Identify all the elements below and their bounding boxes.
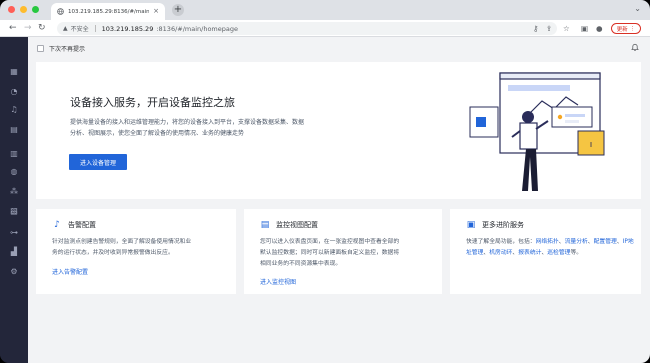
url-path: :8136/#/main/homepage xyxy=(156,24,238,33)
card-header: ♪ 告警配置 xyxy=(52,220,96,230)
tab-bar: 103.219.185.29:8136/#/main/h × + ⌄ xyxy=(0,0,650,20)
browser-tab[interactable]: 103.219.185.29:8136/#/main/h × xyxy=(51,3,165,20)
network-topology-link[interactable]: 网络拓扑 xyxy=(536,239,559,245)
card-intro: 快速了解全局功能，包括： xyxy=(466,239,536,245)
config-management-link[interactable]: 配置管理 xyxy=(594,239,617,245)
forward-icon[interactable]: → xyxy=(24,23,32,33)
svg-text:ı: ı xyxy=(590,140,593,150)
card-body-line: 默认监控数据；同时可以新建面板自定义监控，数据将 xyxy=(260,250,400,256)
close-window-button[interactable] xyxy=(8,6,15,13)
tab-search-icon[interactable]: ⌄ xyxy=(634,4,641,13)
card-header: ▣ 更多进阶服务 xyxy=(466,220,524,230)
omnibox-separator xyxy=(94,25,96,32)
sidepanel-icon[interactable]: ▣ xyxy=(581,24,588,33)
config-link-part1: 配置 xyxy=(593,239,606,245)
close-tab-icon[interactable]: × xyxy=(153,8,159,15)
hero-illustration: ı xyxy=(469,72,605,191)
update-label: 更新 xyxy=(616,26,628,33)
zoom-window-button[interactable] xyxy=(32,6,39,13)
notification-bell-icon[interactable] xyxy=(631,43,639,54)
card-title: 监控视图配置 xyxy=(276,221,318,229)
monitor-view-card: ▤ 监控视图配置 您可以进入仪表盘页面，在一张监控视图中查看全部的 默认监控数据… xyxy=(244,209,442,294)
card-body-line: 针对监测点创建告警规则，全面了解设备使用情况和业 xyxy=(52,239,192,245)
update-button[interactable]: 更新 ⋮ xyxy=(611,23,641,34)
hero-title: 设备接入服务，开启设备监控之旅 xyxy=(70,96,235,109)
card-tail: 等。 xyxy=(570,250,583,256)
dashboard-icon[interactable]: ▦ xyxy=(8,66,20,78)
browser-window: 103.219.185.29:8136/#/main/h × + ⌄ ← → ↻… xyxy=(0,0,650,363)
monitor-view-icon: ▤ xyxy=(260,220,270,230)
table-icon[interactable]: ▥ xyxy=(8,148,20,160)
reload-icon[interactable]: ↻ xyxy=(38,23,46,33)
globe-icon xyxy=(57,8,64,15)
tree-icon[interactable]: ⊶ xyxy=(8,227,20,239)
report-statistics-link[interactable]: 报表统计 xyxy=(518,250,541,256)
main-content: 下次不再提示 设备接入服务，开启设备监控之旅 提供海量设备的接入和运维管理能力，… xyxy=(28,37,650,363)
key-icon[interactable]: ⚷ xyxy=(533,24,539,33)
security-label: 不安全 xyxy=(70,26,89,33)
minimize-window-button[interactable] xyxy=(20,6,27,13)
graph-icon[interactable]: ⁂ xyxy=(8,186,20,198)
room-environment-link[interactable]: 机房动环 xyxy=(489,250,512,256)
card-body-line: 您可以进入仪表盘页面，在一张监控视图中查看全部的 xyxy=(260,239,400,245)
enter-monitor-view-link[interactable]: 进入监控视图 xyxy=(260,277,296,286)
services-icon: ▣ xyxy=(466,220,476,230)
inspection-management-link[interactable]: 巡检管理 xyxy=(547,250,570,256)
bookmark-star-icon[interactable]: ☆ xyxy=(563,24,570,33)
advanced-services-card: ▣ 更多进阶服务 快速了解全局功能，包括：网络拓扑、流量分析、配置管理、IP地址… xyxy=(450,209,641,294)
hero-desc-line: 提供海量设备的接入和运维管理能力，将您的设备接入到平台，支撑设备数据采集、数据 xyxy=(70,119,305,126)
card-body: 快速了解全局功能，包括：网络拓扑、流量分析、配置管理、IP地址管理、机房动环、报… xyxy=(466,237,636,259)
monitor-icon[interactable]: ▭ xyxy=(8,207,20,219)
address-bar[interactable]: ▲ 不安全 103.219.185.29:8136/#/main/homepag… xyxy=(57,22,557,35)
warning-icon: ▲ xyxy=(63,25,68,32)
browser-toolbar: ← → ↻ ▲ 不安全 103.219.185.29:8136/#/main/h… xyxy=(0,20,650,37)
hero-description: 提供海量设备的接入和运维管理能力，将您的设备接入到平台，支撑设备数据采集、数据 … xyxy=(70,117,355,139)
clock-icon[interactable]: ◔ xyxy=(8,86,20,98)
tab-title: 103.219.185.29:8136/#/main/h xyxy=(68,8,150,15)
bell-icon: ♪ xyxy=(54,220,60,230)
card-body: 您可以进入仪表盘页面，在一张监控视图中查看全部的 默认监控数据；同时可以新建面板… xyxy=(260,237,450,270)
list-icon[interactable]: ▤ xyxy=(8,124,20,136)
hero-banner: 设备接入服务，开启设备监控之旅 提供海量设备的接入和运维管理能力，将您的设备接入… xyxy=(36,62,641,199)
card-title: 更多进阶服务 xyxy=(482,221,524,229)
share-icon[interactable]: ⇪ xyxy=(546,24,552,33)
chart-icon[interactable]: ▟ xyxy=(8,246,20,258)
traffic-analysis-link[interactable]: 流量分析 xyxy=(565,239,588,245)
card-body: 针对监测点创建告警规则，全面了解设备使用情况和业 务的运行状态，并及时收到异常报… xyxy=(52,237,242,259)
hero-desc-line: 分析、视图展示，使您全面了解设备的使用情况、业务的健康走势 xyxy=(70,130,245,137)
enter-alarm-config-link[interactable]: 进入告警配置 xyxy=(52,267,88,276)
menu-dots-icon: ⋮ xyxy=(629,25,636,32)
back-icon[interactable]: ← xyxy=(9,23,17,33)
globe-icon[interactable]: ◍ xyxy=(8,166,20,178)
card-body-line: 相同业务的不同资源集中表现。 xyxy=(260,261,342,267)
new-tab-button[interactable]: + xyxy=(172,4,184,16)
sidebar: ▦ ◔ ♫ ▤ ▥ ◍ ⁂ ▧ ▭ ⊶ ▟ ⚙ xyxy=(0,37,28,363)
notice-bar: 下次不再提示 xyxy=(28,37,650,59)
url-host: 103.219.185.29 xyxy=(101,24,154,33)
no-remind-checkbox[interactable] xyxy=(37,44,44,52)
bell-icon[interactable]: ♫ xyxy=(8,104,20,116)
gear-icon[interactable]: ⚙ xyxy=(8,266,20,278)
profile-icon[interactable]: ● xyxy=(596,24,603,33)
enter-device-management-button[interactable]: 进入设备管理 xyxy=(69,154,127,170)
config-link-part2: 管理 xyxy=(605,239,617,245)
card-header: ▤ 监控视图配置 xyxy=(260,220,318,230)
no-remind-label[interactable]: 下次不再提示 xyxy=(49,44,85,53)
card-body-line: 务的运行状态，并及时收到异常报警做出反应。 xyxy=(52,250,174,256)
card-title: 告警配置 xyxy=(68,221,96,229)
alarm-config-card: ♪ 告警配置 针对监测点创建告警规则，全面了解设备使用情况和业 务的运行状态，并… xyxy=(36,209,236,294)
